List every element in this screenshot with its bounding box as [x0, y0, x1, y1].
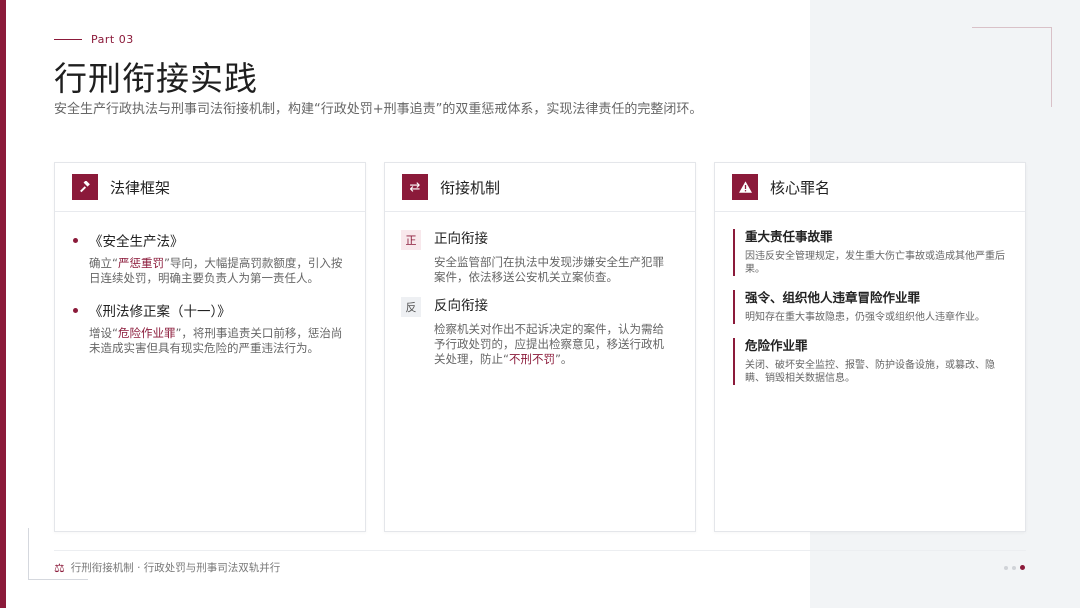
crime-title: 危险作业罪: [745, 338, 808, 353]
mechanism-item-reverse: 反 反向衔接 检察机关对作出不起诉决定的案件，认为需给予行政处罚的，应提出检察意…: [401, 297, 679, 367]
card-header: 核心罪名: [715, 163, 1025, 212]
crime-title: 强令、组织他人违章冒险作业罪: [745, 290, 921, 305]
law-item-head: 《刑法修正案（十一）》: [73, 300, 349, 320]
law-item: 《刑法修正案（十一）》 增设“危险作业罪”，将刑事追责关口前移，惩治尚未造成实害…: [73, 300, 349, 356]
desc-text: 安全监管部门在执法中发现涉嫌安全生产犯罪案件，依法移送公安机关立案侦查。: [434, 255, 664, 284]
law-list: 《安全生产法》 确立“严惩重罚”导向，大幅提高罚款额度，引入按日连续处罚，明确主…: [55, 212, 365, 356]
mechanism-desc: 安全监管部门在执法中发现涉嫌安全生产犯罪案件，依法移送公安机关立案侦查。: [434, 255, 674, 285]
page-dot[interactable]: [1004, 565, 1008, 570]
desc-text: ”。: [554, 352, 573, 366]
gavel-icon: [72, 174, 98, 200]
part-indicator: Part 03: [54, 33, 134, 46]
card-linkage-mechanism: ⇄ 衔接机制 正 正向衔接 安全监管部门在执法中发现涉嫌安全生产犯罪案件，依法移…: [384, 162, 696, 532]
footer-text: 行刑衔接机制 · 行政处罚与刑事司法双轨并行: [70, 562, 281, 574]
card-legal-framework: 法律框架 《安全生产法》 确立“严惩重罚”导向，大幅提高罚款额度，引入按日连续处…: [54, 162, 366, 532]
decorative-corner-top-right: [972, 27, 1052, 107]
crime-desc: 明知存在重大事故隐患，仍强令或组织他人违章作业。: [745, 312, 985, 323]
badge-reverse: 反: [401, 297, 421, 317]
crime-list: 重大责任事故罪 因违反安全管理规定，发生重大伤亡事故或造成其他严重后果。 强令、…: [715, 212, 1025, 385]
badge-forward: 正: [401, 230, 421, 250]
law-item-title: 《安全生产法》: [89, 234, 184, 250]
page-title: 行刑衔接实践: [54, 59, 258, 98]
highlight-text: 不刑不罚: [508, 352, 555, 366]
mechanism-list: 正 正向衔接 安全监管部门在执法中发现涉嫌安全生产犯罪案件，依法移送公安机关立案…: [385, 212, 695, 367]
highlight-text: 危险作业罪: [117, 326, 176, 340]
crime-desc: 关闭、破坏安全监控、报警、防护设备设施，或篡改、隐瞒、销毁相关数据信息。: [745, 360, 995, 384]
law-item-desc: 确立“严惩重罚”导向，大幅提高罚款额度，引入按日连续处罚，明确主要负责人为第一责…: [89, 256, 349, 286]
crime-item: 重大责任事故罪 因违反安全管理规定，发生重大伤亡事故或造成其他严重后果。: [733, 229, 1009, 276]
bullet-dot: [73, 307, 78, 313]
accent-left-bar: [0, 0, 6, 608]
exchange-arrows-icon: ⇄: [402, 174, 428, 200]
page-dot-active[interactable]: [1020, 565, 1025, 570]
bullet-dot: [73, 237, 78, 243]
crime-item: 危险作业罪 关闭、破坏安全监控、报警、防护设备设施，或篡改、隐瞒、销毁相关数据信…: [733, 338, 1009, 385]
footer-divider: [54, 550, 1026, 551]
desc-text: 增设“: [89, 326, 118, 340]
law-item-desc: 增设“危险作业罪”，将刑事追责关口前移，惩治尚未造成实害但具有现实危险的严重违法…: [89, 326, 349, 356]
card-header: 法律框架: [55, 163, 365, 212]
card-title: 核心罪名: [770, 178, 831, 197]
crime-desc: 因违反安全管理规定，发生重大伤亡事故或造成其他严重后果。: [745, 251, 1005, 275]
law-item-head: 《安全生产法》: [73, 230, 349, 250]
card-core-crimes: 核心罪名 重大责任事故罪 因违反安全管理规定，发生重大伤亡事故或造成其他严重后果…: [714, 162, 1026, 532]
scales-icon: ⚖: [54, 560, 65, 575]
part-line: [54, 39, 82, 40]
page-subtitle: 安全生产行政执法与刑事司法衔接机制，构建“行政处罚+刑事追责”的双重惩戒体系，实…: [54, 102, 703, 117]
page-dot[interactable]: [1012, 565, 1016, 570]
mechanism-title: 反向衔接: [434, 298, 488, 314]
mechanism-desc: 检察机关对作出不起诉决定的案件，认为需给予行政处罚的，应提出检察意见，移送行政机…: [434, 322, 674, 367]
card-title: 衔接机制: [440, 178, 501, 197]
mechanism-item-forward: 正 正向衔接 安全监管部门在执法中发现涉嫌安全生产犯罪案件，依法移送公安机关立案…: [401, 230, 679, 285]
mechanism-title: 正向衔接: [434, 231, 488, 247]
card-title: 法律框架: [110, 178, 171, 197]
pagination-dots: [1004, 565, 1029, 570]
law-item: 《安全生产法》 确立“严惩重罚”导向，大幅提高罚款额度，引入按日连续处罚，明确主…: [73, 230, 349, 286]
part-label: Part 03: [91, 33, 134, 46]
desc-text: 确立“: [89, 256, 118, 270]
card-header: ⇄ 衔接机制: [385, 163, 695, 212]
footer: ⚖ 行刑衔接机制 · 行政处罚与刑事司法双轨并行: [54, 560, 280, 575]
highlight-text: 严惩重罚: [117, 256, 164, 270]
warning-icon: [732, 174, 758, 200]
crime-title: 重大责任事故罪: [745, 229, 833, 244]
law-item-title: 《刑法修正案（十一）》: [89, 304, 231, 320]
crime-item: 强令、组织他人违章冒险作业罪 明知存在重大事故隐患，仍强令或组织他人违章作业。: [733, 290, 1009, 324]
